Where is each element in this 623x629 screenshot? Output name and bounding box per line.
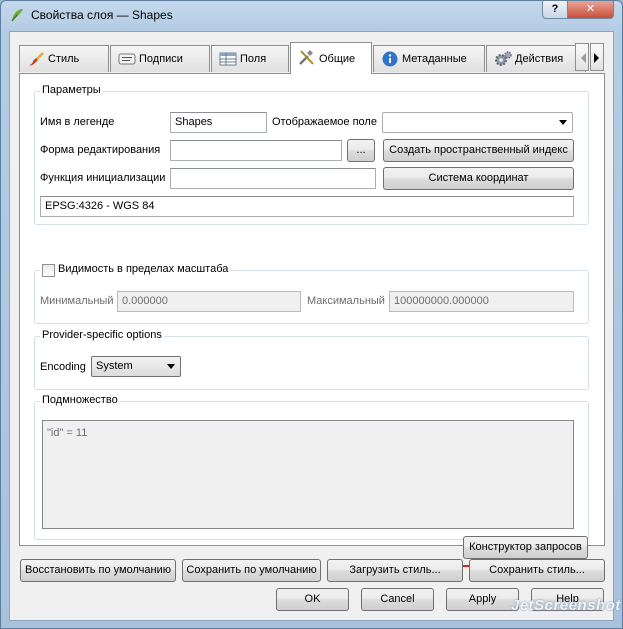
params-group-title: Параметры (40, 84, 103, 96)
tab-scroll-left-button[interactable] (575, 43, 589, 71)
title-bar[interactable]: Свойства слоя — Shapes ? ✕ (1, 1, 622, 31)
cancel-button[interactable]: Cancel (361, 588, 434, 611)
layer-properties-dialog: Свойства слоя — Shapes ? ✕ Стиль Подписи (0, 0, 623, 629)
browse-edit-form-button[interactable]: ... (347, 139, 375, 162)
scale-visibility-label[interactable]: Видимость в пределах масштаба (58, 263, 228, 275)
chevron-down-icon (555, 113, 572, 132)
dialog-client: Стиль Подписи Поля Общие Метаданные Дейс… (9, 31, 614, 621)
ok-button[interactable]: OK (276, 588, 349, 611)
init-function-label: Функция инициализации (40, 172, 166, 184)
encoding-select[interactable]: System (91, 356, 181, 377)
legend-name-input[interactable]: Shapes (170, 112, 267, 133)
load-style-button[interactable]: Загрузить стиль... (327, 559, 463, 582)
subset-query-textarea[interactable]: "id" = 11 (42, 420, 574, 529)
init-function-input[interactable] (170, 168, 376, 189)
restore-default-button[interactable]: Восстановить по умолчанию (20, 559, 176, 582)
close-window-button[interactable]: ✕ (567, 1, 614, 19)
create-spatial-index-button[interactable]: Создать пространственный индекс (383, 139, 574, 162)
encoding-value: System (96, 360, 133, 372)
encoding-label: Encoding (40, 361, 86, 373)
scale-visibility-group: Видимость в пределах масштаба Минимальны… (34, 263, 589, 324)
min-scale-label: Минимальный (40, 295, 114, 307)
qgis-logo-icon (11, 9, 23, 22)
max-scale-input[interactable]: 100000000.000000 (389, 291, 574, 312)
scale-visibility-title: Видимость в пределах масштаба (40, 263, 231, 277)
params-group: Параметры Имя в легенде Shapes Отображае… (34, 84, 589, 225)
window-title: Свойства слоя — Shapes (31, 8, 173, 22)
tab-metadata[interactable]: Метаданные (373, 45, 485, 72)
scale-visibility-checkbox[interactable] (42, 264, 55, 277)
subset-group-title: Подмножество (40, 394, 120, 406)
tab-scroll-right-button[interactable] (590, 43, 604, 71)
edit-form-input[interactable] (170, 140, 342, 161)
subset-group: Подмножество "id" = 11 (34, 394, 589, 540)
chevron-down-icon (163, 357, 180, 376)
info-icon (382, 51, 398, 67)
general-tab-page: Параметры Имя в легенде Shapes Отображае… (19, 73, 605, 567)
save-style-button[interactable]: Сохранить стиль... (469, 559, 605, 582)
table-icon (219, 52, 237, 66)
tab-label: Стиль (48, 53, 80, 65)
tools-icon (299, 50, 314, 65)
provider-options-group: Provider-specific options Encoding Syste… (34, 329, 589, 390)
gear-icon (495, 51, 512, 66)
tab-actions[interactable]: Действия (486, 45, 586, 72)
edit-form-label: Форма редактирования (40, 144, 161, 156)
tab-scroll-arrows (575, 43, 604, 71)
tab-style[interactable]: Стиль (19, 45, 109, 72)
min-scale-input[interactable]: 0.000000 (117, 291, 301, 312)
max-scale-label: Максимальный (307, 295, 385, 307)
tab-general[interactable]: Общие (290, 42, 372, 74)
tab-label: Подписи (139, 53, 183, 65)
tab-bar: Стиль Подписи Поля Общие Метаданные Дейс… (19, 42, 589, 74)
display-field-select[interactable] (382, 112, 573, 133)
legend-name-label: Имя в легенде (40, 116, 115, 128)
tab-labels[interactable]: Подписи (110, 45, 210, 72)
apply-button[interactable]: Apply (446, 588, 519, 611)
tab-label: Метаданные (402, 53, 467, 65)
crs-button[interactable]: Система координат (383, 167, 574, 190)
help-titlebar-button[interactable]: ? (542, 1, 568, 19)
tab-label: Поля (240, 53, 267, 65)
watermark-text: JetScreenshot (511, 597, 621, 614)
tab-label: Общие (319, 53, 356, 65)
display-field-label: Отображаемое поле (272, 116, 377, 128)
tab-label: Действия (515, 53, 564, 65)
provider-options-title: Provider-specific options (40, 329, 164, 341)
paintbrush-icon (29, 52, 44, 66)
tab-fields[interactable]: Поля (211, 45, 289, 72)
query-builder-button[interactable]: Конструктор запросов (463, 536, 588, 559)
crs-display-field[interactable]: EPSG:4326 - WGS 84 (40, 196, 574, 217)
labels-icon (118, 53, 136, 65)
save-default-button[interactable]: Сохранить по умолчанию (182, 559, 321, 582)
